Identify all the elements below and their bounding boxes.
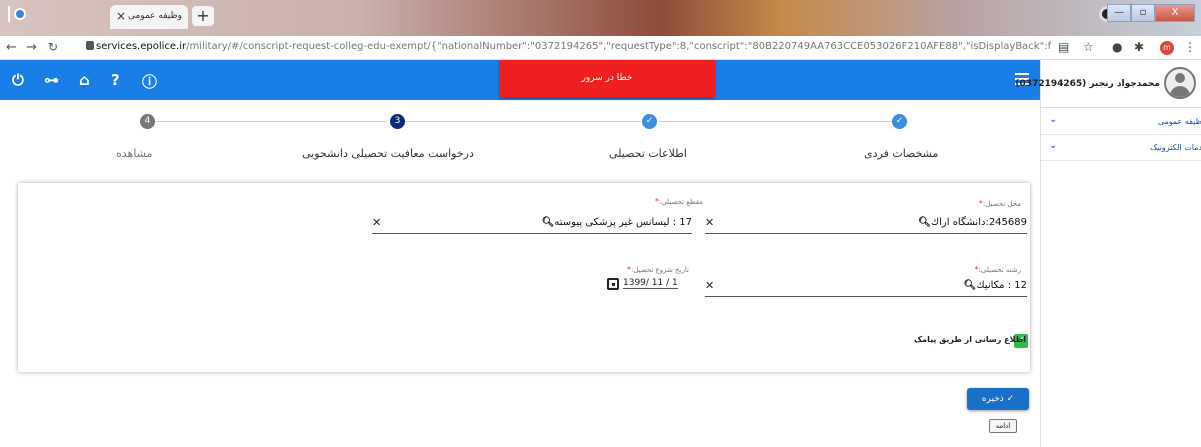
sidebar-item-military-service[interactable]: ظیفه عمومی ⌄ bbox=[1041, 109, 1201, 135]
clear-icon[interactable]: ✕ bbox=[705, 279, 714, 292]
address-bar: ← → ↻ services.epolice.ir/military/#/con… bbox=[0, 36, 1201, 60]
step-4-label: مشاهده bbox=[116, 147, 153, 160]
search-icon: 🔍︎ bbox=[541, 217, 555, 228]
step-3-label: درخواست معافیت تحصیلی دانشجویی bbox=[302, 147, 474, 160]
url-input[interactable]: services.epolice.ir/military/#/conscript… bbox=[96, 41, 1051, 52]
clear-icon[interactable]: ✕ bbox=[705, 216, 714, 229]
place-of-study-label: محل تحصیل:* bbox=[978, 199, 1021, 208]
education-level-value: 17 : لیسانس غیر پزشکی پیوسته 🔍︎ bbox=[541, 217, 692, 228]
tab-title: وظیفه عمومی bbox=[127, 11, 182, 21]
user-name: محمدجواد رنجبر (0372194265) bbox=[1015, 79, 1160, 89]
key-icon[interactable]: ⊶ bbox=[44, 71, 59, 89]
avatar[interactable] bbox=[1164, 67, 1196, 99]
step-1-check-icon: ✓ bbox=[892, 114, 907, 129]
field-of-study-value: 12 : مکانیك 🔍︎ bbox=[963, 280, 1027, 291]
field-of-study-field[interactable]: 12 : مکانیك 🔍︎ ✕ bbox=[705, 277, 1027, 297]
browser-tab[interactable]: وظیفه عمومی × bbox=[110, 5, 188, 29]
step-4-indicator: 4 bbox=[140, 114, 155, 129]
help-icon[interactable]: ? bbox=[111, 71, 120, 89]
error-banner: خطا در سرور bbox=[499, 60, 715, 97]
more-menu-icon[interactable]: ⋮ bbox=[1184, 40, 1196, 54]
power-icon[interactable]: ⏻ bbox=[12, 71, 24, 89]
start-date-label: تاریخ شروع تحصیل:* bbox=[627, 265, 689, 274]
place-of-study-field[interactable]: 245689:دانشگاه اراك 🔍︎ ✕ bbox=[705, 214, 1027, 234]
chevron-down-icon: ⌄ bbox=[1049, 114, 1058, 125]
education-level-field[interactable]: 17 : لیسانس غیر پزشکی پیوسته 🔍︎ ✕ bbox=[372, 214, 692, 234]
search-icon: 🔍︎ bbox=[963, 280, 977, 291]
user-profile: محمدجواد رنجبر (0372194265) bbox=[1015, 60, 1201, 108]
translate-icon[interactable]: ▤ bbox=[1058, 40, 1069, 54]
sms-notification-label: اطلاع رسانی از طریق پیامک bbox=[913, 335, 1026, 344]
sidebar-item-e-services[interactable]: دمات الکترونیک ⌄ bbox=[1041, 135, 1201, 161]
extension-icon[interactable]: ● bbox=[1112, 40, 1122, 54]
browser-tab-bar: وظیفه عمومی × + — ▫ X bbox=[0, 0, 1201, 36]
step-2-label: اطلاعات تحصیلی bbox=[609, 147, 687, 160]
forward-arrow-icon[interactable]: → bbox=[26, 40, 37, 55]
tab-strip-edge bbox=[8, 6, 10, 22]
sidebar-item-label: ظیفه عمومی bbox=[1157, 117, 1201, 126]
check-icon: ✓ bbox=[1003, 394, 1015, 404]
extension-m-icon[interactable]: m bbox=[1160, 41, 1174, 55]
calendar-icon[interactable] bbox=[607, 278, 619, 290]
step-connector bbox=[405, 121, 641, 122]
step-connector bbox=[659, 121, 892, 122]
step-3-indicator: 3 bbox=[390, 114, 405, 129]
back-arrow-icon[interactable]: ← bbox=[6, 40, 17, 55]
minimize-button[interactable]: — bbox=[1107, 4, 1131, 22]
reload-icon[interactable]: ↻ bbox=[48, 40, 58, 54]
home-icon[interactable]: ⌂ bbox=[79, 71, 90, 89]
window-controls: — ▫ X bbox=[1107, 4, 1195, 22]
sidebar-item-label: دمات الکترونیک bbox=[1150, 143, 1201, 152]
close-window-button[interactable]: X bbox=[1155, 4, 1195, 22]
save-button[interactable]: ✓ ذخیره bbox=[967, 388, 1029, 410]
bookmark-star-icon[interactable]: ☆ bbox=[1083, 40, 1094, 54]
puzzle-icon[interactable]: ✱ bbox=[1134, 40, 1144, 54]
maximize-button[interactable]: ▫ bbox=[1131, 4, 1155, 22]
education-level-label: مقطع تحصیلی:* bbox=[654, 197, 703, 206]
place-of-study-value: 245689:دانشگاه اراك 🔍︎ bbox=[918, 217, 1027, 228]
lock-icon bbox=[86, 41, 94, 50]
info-icon[interactable]: ⓘ bbox=[142, 71, 157, 92]
clear-icon[interactable]: ✕ bbox=[372, 216, 381, 229]
stepper: ✓ ✓ 3 4 مشخصات فردی اطلاعات تحصیلی درخوا… bbox=[0, 100, 1040, 180]
browser-logo-icon bbox=[14, 8, 26, 20]
new-tab-button[interactable]: + bbox=[192, 6, 214, 26]
step-connector bbox=[154, 121, 386, 122]
start-date-field[interactable]: 1399/ 11 / 1 bbox=[607, 278, 687, 296]
field-of-study-label: رشته تحصیلی:* bbox=[974, 265, 1022, 274]
search-icon: 🔍︎ bbox=[918, 217, 931, 228]
continue-button[interactable]: ادامه bbox=[989, 419, 1017, 433]
start-date-value: 1399/ 11 / 1 bbox=[623, 278, 678, 289]
step-1-label: مشخصات فردی bbox=[864, 147, 939, 160]
chevron-down-icon: ⌄ bbox=[1049, 140, 1058, 151]
tab-close-icon[interactable]: × bbox=[116, 9, 126, 23]
sidebar: محمدجواد رنجبر (0372194265) ظیفه عمومی ⌄… bbox=[1015, 60, 1201, 447]
step-2-check-icon: ✓ bbox=[642, 114, 657, 129]
